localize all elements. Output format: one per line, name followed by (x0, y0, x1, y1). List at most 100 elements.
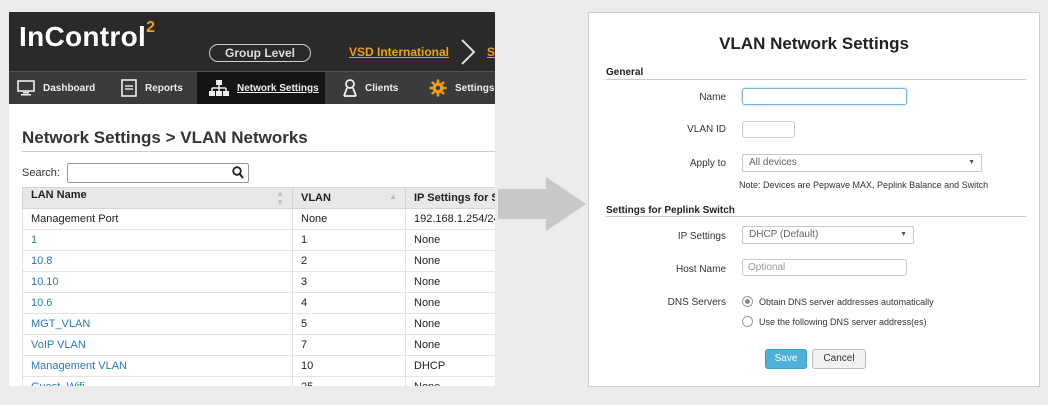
table-cell-vlan: 7 (292, 334, 406, 356)
table-cell-name[interactable]: 1 (22, 229, 293, 251)
table-cell-name[interactable]: 10.10 (22, 271, 293, 293)
apply-to-select[interactable]: All devices ▼ (742, 154, 982, 172)
table-header-row: LAN Name ▲ ▼ VLAN ▲ IP Settings for S (22, 187, 495, 209)
table-cell-name[interactable]: Management VLAN (22, 355, 293, 377)
vlan-settings-dialog: VLAN Network Settings General Name VLAN … (588, 12, 1040, 387)
vlan-id-input[interactable] (742, 121, 795, 138)
apply-note: Note: Devices are Pepwave MAX, Peplink B… (739, 180, 989, 190)
dropdown-caret-icon: ▼ (900, 231, 907, 238)
title-divider (22, 151, 495, 152)
table-row[interactable]: Guest_Wifi25None (22, 376, 495, 386)
vlan-id-label: VLAN ID (687, 124, 726, 135)
table-cell-vlan: 1 (292, 229, 406, 251)
ip-settings-label: IP Settings (677, 231, 726, 242)
table-row[interactable]: MGT_VLAN 5 None (22, 313, 495, 335)
table-cell-name[interactable]: Guest_Wifi (22, 376, 293, 386)
nav-dashboard-label: Dashboard (43, 82, 96, 94)
incontrol-logo[interactable]: InControl2 (19, 18, 156, 53)
dns-manual-radio[interactable]: Use the following DNS server address(es) (742, 316, 927, 327)
table-cell-vlan: 3 (292, 271, 406, 293)
table-row[interactable]: VoIP VLAN 7 None (22, 334, 495, 356)
transition-arrow-icon (498, 177, 586, 231)
table-cell-ip: 192.168.1.254/24 (405, 208, 495, 230)
search-label: Search: (22, 167, 60, 179)
logo-text: InControl (19, 21, 147, 52)
table-cell-ip: None (405, 250, 495, 272)
column-header-label: IP Settings for S (414, 192, 495, 204)
section-divider (606, 79, 1026, 80)
section-peplink-switch: Settings for Peplink Switch (606, 205, 735, 216)
ip-settings-select[interactable]: DHCP (Default) ▼ (742, 226, 914, 244)
table-cell-ip: None (405, 334, 495, 356)
radio-unselected-icon (742, 316, 753, 327)
radio-selected-icon (742, 296, 753, 307)
column-header-label: VLAN (301, 192, 331, 204)
nav-dashboard[interactable]: Dashboard (17, 72, 107, 104)
table-row[interactable]: 10.10 3 None (22, 271, 495, 293)
nav-settings[interactable]: Settings (429, 72, 495, 104)
dns-manual-label: Use the following DNS server address(es) (759, 316, 927, 327)
incontrol-window: InControl2 Group Level VSD International… (9, 12, 495, 386)
table-cell-ip: None (405, 271, 495, 293)
column-header-lan-name[interactable]: LAN Name ▲ ▼ (22, 187, 293, 209)
table-cell-vlan: None (292, 208, 406, 230)
apply-to-label: Apply to (689, 158, 726, 169)
ip-settings-value: DHCP (Default) (749, 229, 819, 240)
save-button[interactable]: Save (765, 349, 807, 369)
organization-link[interactable]: VSD International (349, 45, 449, 59)
nav-reports-label: Reports (145, 82, 183, 94)
page-title: Network Settings > VLAN Networks (22, 128, 308, 147)
dns-servers-label: DNS Servers (667, 297, 726, 308)
nav-reports[interactable]: Reports (121, 72, 201, 104)
table-cell-ip: None (405, 376, 495, 386)
dropdown-caret-icon: ▼ (968, 159, 975, 166)
report-icon (121, 79, 137, 97)
monitor-icon (17, 80, 35, 96)
table-cell-ip: None (405, 229, 495, 251)
table-cell-vlan: 2 (292, 250, 406, 272)
table-cell-ip: None (405, 313, 495, 335)
section-general: General (606, 67, 644, 78)
table-cell-vlan: 4 (292, 292, 406, 314)
cancel-button[interactable]: Cancel (812, 349, 866, 369)
dialog-title: VLAN Network Settings (719, 34, 909, 53)
host-name-label: Host Name (675, 264, 726, 275)
table-cell-name: Management Port (22, 208, 293, 230)
search-input[interactable] (67, 163, 249, 183)
table-row[interactable]: Management VLAN 10 DHCP (22, 355, 495, 377)
table-cell-name[interactable]: 10.8 (22, 250, 293, 272)
network-icon (209, 80, 229, 96)
apply-to-value: All devices (749, 157, 797, 168)
table-cell-vlan: 25 (292, 376, 406, 386)
table-row[interactable]: 10.8 2 None (22, 250, 495, 272)
section-divider (606, 216, 1026, 217)
table-cell-name[interactable]: VoIP VLAN (22, 334, 293, 356)
column-header-vlan[interactable]: VLAN ▲ (292, 187, 406, 209)
dns-auto-label: Obtain DNS server addresses automaticall… (759, 296, 934, 307)
table-row[interactable]: 10.6 4 None (22, 292, 495, 314)
table-cell-ip: None (405, 292, 495, 314)
breadcrumb-next-link[interactable]: S (487, 45, 495, 59)
host-name-input[interactable]: Optional (742, 259, 907, 276)
vlan-table: LAN Name ▲ ▼ VLAN ▲ IP Settings for S Manag… (22, 187, 495, 386)
logo-superscript: 2 (146, 18, 156, 36)
dns-auto-radio[interactable]: Obtain DNS server addresses automaticall… (742, 296, 934, 307)
host-name-placeholder: Optional (748, 262, 786, 273)
table-row[interactable]: 1 1 None (22, 229, 495, 251)
name-input[interactable] (742, 88, 907, 105)
table-cell-ip: DHCP (405, 355, 495, 377)
sort-icon: ▲ (389, 192, 397, 201)
table-cell-name[interactable]: MGT_VLAN (22, 313, 293, 335)
table-cell-name[interactable]: 10.6 (22, 292, 293, 314)
person-icon (343, 79, 357, 97)
group-level-pill[interactable]: Group Level (209, 44, 311, 62)
table-cell-vlan: 10 (292, 355, 406, 377)
search-icon[interactable] (232, 166, 244, 179)
nav-clients[interactable]: Clients (343, 72, 423, 104)
breadcrumb-chevron-icon (461, 39, 476, 65)
table-row[interactable]: Management Port None 192.168.1.254/24 (22, 208, 495, 230)
table-cell-vlan: 5 (292, 313, 406, 335)
nav-network-settings[interactable]: Network Settings (197, 72, 325, 104)
name-label: Name (699, 92, 726, 103)
column-header-ip-settings[interactable]: IP Settings for S (405, 187, 495, 209)
